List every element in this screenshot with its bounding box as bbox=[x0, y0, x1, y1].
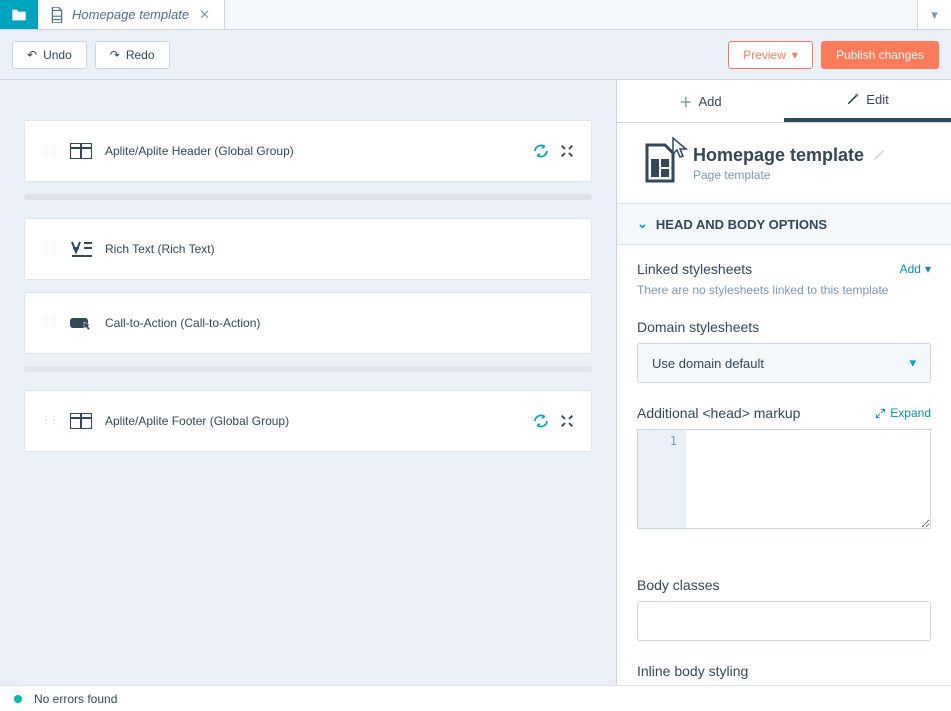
linked-stylesheets-label: Linked stylesheets bbox=[637, 261, 752, 277]
undo-button[interactable]: ↶ Undo bbox=[12, 41, 87, 69]
plus-icon: ＋ bbox=[679, 92, 692, 111]
main-area: Aplite/Aplite Header (Global Group) Rich… bbox=[0, 80, 951, 685]
file-tab[interactable]: Homepage template ✕ bbox=[38, 0, 225, 29]
redo-icon: ↷ bbox=[110, 48, 120, 62]
undo-icon: ↶ bbox=[27, 48, 37, 62]
spacer-track[interactable] bbox=[24, 366, 592, 372]
domain-stylesheets-label: Domain stylesheets bbox=[637, 319, 931, 335]
tools-icon[interactable] bbox=[559, 143, 575, 159]
refresh-icon[interactable] bbox=[533, 413, 549, 429]
template-subtitle: Page template bbox=[693, 168, 886, 182]
template-icon bbox=[637, 141, 681, 185]
domain-stylesheets-select[interactable]: Use domain default ▾ bbox=[637, 343, 931, 383]
module-header[interactable]: Aplite/Aplite Header (Global Group) bbox=[24, 120, 592, 182]
undo-label: Undo bbox=[43, 48, 72, 62]
drag-handle-icon[interactable] bbox=[41, 247, 57, 251]
tab-add[interactable]: ＋ Add bbox=[617, 80, 784, 122]
template-title: Homepage template bbox=[693, 145, 864, 166]
head-markup-label: Additional <head> markup bbox=[637, 405, 800, 421]
columns-icon bbox=[69, 412, 93, 430]
add-stylesheet-link[interactable]: Add ▾ bbox=[900, 262, 931, 276]
redo-button[interactable]: ↷ Redo bbox=[95, 41, 170, 69]
body-classes-input[interactable] bbox=[637, 601, 931, 641]
expand-icon bbox=[875, 408, 886, 419]
accordion-label: HEAD AND BODY OPTIONS bbox=[656, 217, 827, 232]
cta-icon bbox=[69, 314, 93, 332]
chevron-down-icon: ⌄ bbox=[637, 216, 648, 232]
sidebar: ＋ Add Edit Homepage template Page templa… bbox=[617, 80, 951, 685]
preview-label: Preview bbox=[743, 48, 786, 62]
accordion-head-body[interactable]: ⌄ HEAD AND BODY OPTIONS bbox=[617, 203, 951, 245]
chevron-down-icon: ▾ bbox=[909, 355, 916, 371]
publish-button[interactable]: Publish changes bbox=[821, 41, 939, 69]
tabbar-spacer bbox=[225, 0, 917, 29]
panel-body: Linked stylesheets Add ▾ There are no st… bbox=[617, 245, 951, 685]
refresh-icon[interactable] bbox=[533, 143, 549, 159]
module-label: Call-to-Action (Call-to-Action) bbox=[105, 316, 260, 330]
module-cta[interactable]: Call-to-Action (Call-to-Action) bbox=[24, 292, 592, 354]
close-tab-icon[interactable]: ✕ bbox=[197, 7, 212, 23]
module-label: Aplite/Aplite Header (Global Group) bbox=[105, 144, 294, 158]
tools-icon[interactable] bbox=[559, 413, 575, 429]
inline-body-label: Inline body styling bbox=[637, 663, 931, 679]
module-label: Aplite/Aplite Footer (Global Group) bbox=[105, 414, 289, 428]
canvas: Aplite/Aplite Header (Global Group) Rich… bbox=[0, 80, 617, 685]
side-tabs: ＋ Add Edit bbox=[617, 80, 951, 123]
tab-edit-label: Edit bbox=[866, 92, 888, 107]
expand-link[interactable]: Expand bbox=[875, 406, 931, 420]
linked-stylesheets-helper: There are no stylesheets linked to this … bbox=[637, 283, 931, 297]
preview-button[interactable]: Preview ▾ bbox=[728, 41, 813, 69]
drag-handle-icon[interactable] bbox=[41, 321, 57, 325]
status-bar: No errors found bbox=[0, 685, 951, 711]
pencil-icon bbox=[846, 92, 860, 106]
tab-edit[interactable]: Edit bbox=[784, 80, 951, 122]
file-tab-label: Homepage template bbox=[72, 7, 189, 22]
body-classes-label: Body classes bbox=[637, 577, 931, 593]
publish-label: Publish changes bbox=[836, 48, 924, 62]
chevron-down-icon: ▾ bbox=[792, 48, 798, 62]
module-rich-text[interactable]: Rich Text (Rich Text) bbox=[24, 218, 592, 280]
spacer-track[interactable] bbox=[24, 194, 592, 200]
code-gutter: 1 bbox=[638, 430, 686, 528]
tab-add-label: Add bbox=[698, 94, 721, 109]
top-tab-bar: Homepage template ✕ ▾ bbox=[0, 0, 951, 30]
action-bar: ↶ Undo ↷ Redo Preview ▾ Publish changes bbox=[0, 30, 951, 80]
edit-title-icon[interactable] bbox=[872, 148, 886, 162]
status-text: No errors found bbox=[34, 692, 117, 706]
folder-icon bbox=[11, 8, 27, 22]
chevron-down-icon: ▾ bbox=[925, 262, 931, 276]
status-dot-icon bbox=[14, 695, 22, 703]
chevron-down-icon: ▾ bbox=[931, 7, 938, 23]
columns-icon bbox=[69, 142, 93, 160]
file-icon bbox=[50, 7, 64, 23]
module-footer[interactable]: Aplite/Aplite Footer (Global Group) bbox=[24, 390, 592, 452]
head-markup-editor[interactable]: 1 bbox=[637, 429, 931, 529]
redo-label: Redo bbox=[126, 48, 155, 62]
richtext-icon bbox=[69, 240, 93, 258]
drag-handle-icon[interactable] bbox=[41, 419, 57, 423]
folder-tab[interactable] bbox=[0, 0, 38, 29]
tabbar-dropdown[interactable]: ▾ bbox=[917, 0, 951, 29]
template-header: Homepage template Page template bbox=[617, 123, 951, 203]
drag-handle-icon[interactable] bbox=[41, 149, 57, 153]
domain-select-value: Use domain default bbox=[652, 356, 764, 371]
module-label: Rich Text (Rich Text) bbox=[105, 242, 215, 256]
